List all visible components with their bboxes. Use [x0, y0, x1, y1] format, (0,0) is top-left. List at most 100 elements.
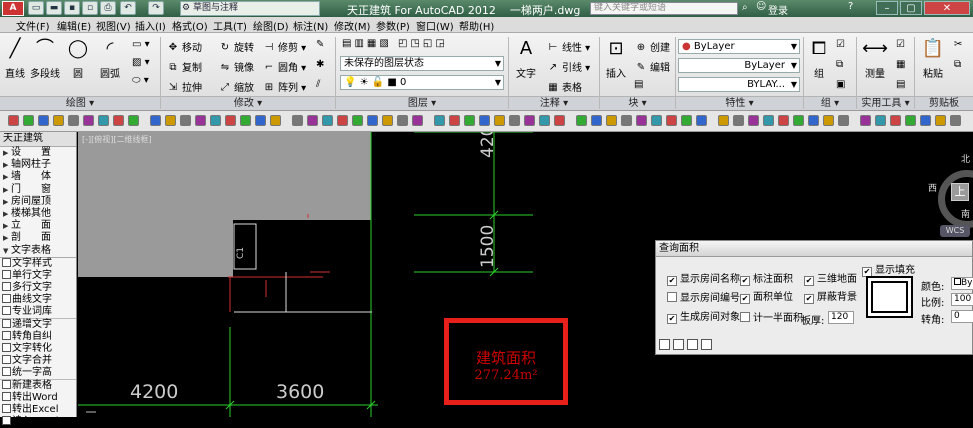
- toolbar-tool-icon[interactable]: [113, 115, 124, 126]
- layer-tools-icon[interactable]: ▤▥▦▧ ◰◳◱◲: [342, 38, 448, 49]
- stretch-button[interactable]: ⇲ 拉伸: [166, 79, 202, 94]
- text-button[interactable]: A 文字: [512, 37, 540, 80]
- toolbar-tool-icon[interactable]: [875, 115, 886, 126]
- menu-tools[interactable]: 工具(T): [213, 18, 247, 33]
- toolbar-tool-icon[interactable]: [681, 115, 692, 126]
- array-button[interactable]: ⊞ 阵列 ▾: [262, 79, 306, 94]
- lineweight-dropdown[interactable]: BYLAY... ▼: [678, 77, 800, 92]
- toolbar-tool-icon[interactable]: [337, 115, 348, 126]
- arc-button[interactable]: ◜ 圆弧: [96, 37, 124, 80]
- toolbar-tool-icon[interactable]: [150, 115, 161, 126]
- line-button[interactable]: ╱ 直线: [2, 37, 28, 80]
- sidebar-command[interactable]: 读入Excel: [0, 416, 76, 428]
- toolbar-tool-icon[interactable]: [225, 115, 236, 126]
- draw-panel-footer[interactable]: 绘图 ▾: [0, 96, 160, 110]
- toolbar-tool-icon[interactable]: [180, 115, 191, 126]
- help-icon[interactable]: ?: [848, 1, 853, 12]
- group-button[interactable]: ⧠ 组: [806, 37, 832, 80]
- sidebar-command[interactable]: 专业词库: [0, 306, 76, 319]
- toolbar-tool-icon[interactable]: [307, 115, 318, 126]
- sidebar-command[interactable]: 转出Word: [0, 391, 76, 404]
- toolbar-tool-icon[interactable]: [255, 115, 266, 126]
- sidebar-category[interactable]: ▼ 文字表格: [0, 245, 76, 257]
- search-input[interactable]: 键入关键字或短语: [590, 2, 738, 15]
- menu-edit[interactable]: 编辑(E): [57, 18, 91, 33]
- toolbar-tool-icon[interactable]: [397, 115, 408, 126]
- gen-room-object-checkbox[interactable]: ✔ 生成房间对象: [667, 312, 740, 324]
- properties-panel-footer[interactable]: 特性 ▾: [676, 96, 803, 110]
- toolbar-tool-icon[interactable]: [367, 115, 378, 126]
- viewport-label[interactable]: [-][俯视][二维线框]: [82, 134, 152, 145]
- toolbar-tool-icon[interactable]: [8, 115, 19, 126]
- sidebar-command[interactable]: 统一字高: [0, 367, 76, 380]
- toolbar-tool-icon[interactable]: [240, 115, 251, 126]
- linetype-dropdown[interactable]: ByLayer ▼: [678, 58, 800, 73]
- cut-icon[interactable]: ✂: [954, 39, 962, 50]
- toolbar-tool-icon[interactable]: [494, 115, 505, 126]
- toolbar-tool-icon[interactable]: [210, 115, 221, 126]
- toolbar-tool-icon[interactable]: [860, 115, 871, 126]
- measure-button[interactable]: ⟷ 测量: [860, 37, 890, 80]
- ellipse-icon[interactable]: ⬭ ▾: [132, 75, 149, 86]
- toolbar-tool-icon[interactable]: [808, 115, 819, 126]
- menu-help[interactable]: 帮助(H): [459, 18, 494, 33]
- create-block-button[interactable]: ⊕ 创建: [634, 39, 670, 54]
- save-icon[interactable]: ▪: [64, 1, 80, 15]
- save-as-icon[interactable]: ▫: [82, 1, 98, 15]
- menu-parametric[interactable]: 参数(P): [376, 18, 410, 33]
- toolbar-tool-icon[interactable]: [763, 115, 774, 126]
- toolbar-tool-icon[interactable]: [838, 115, 849, 126]
- toolbar-tool-icon[interactable]: [524, 115, 535, 126]
- menu-file[interactable]: 文件(F): [16, 18, 50, 33]
- trim-button[interactable]: ⊣ 修剪 ▾: [262, 39, 307, 54]
- toolbar-tool-icon[interactable]: [576, 115, 587, 126]
- group-panel-footer[interactable]: 组 ▾: [804, 96, 856, 110]
- toolbar-tool-icon[interactable]: [449, 115, 460, 126]
- maximize-button[interactable]: ▢: [900, 1, 922, 15]
- toolbar-tool-icon[interactable]: [591, 115, 602, 126]
- menu-dimension[interactable]: 标注(N): [293, 18, 328, 33]
- toolbar-tool-icon[interactable]: [128, 115, 139, 126]
- toolbar-tool-icon[interactable]: [733, 115, 744, 126]
- menu-window[interactable]: 窗口(W): [416, 18, 454, 33]
- menu-format[interactable]: 格式(O): [172, 18, 208, 33]
- copy-button[interactable]: ⧉ 复制: [166, 59, 202, 74]
- toolbar-tool-icon[interactable]: [606, 115, 617, 126]
- app-logo-icon[interactable]: A: [2, 1, 24, 16]
- mark-area-checkbox[interactable]: ✔ 标注面积: [740, 274, 793, 286]
- viewcube-west[interactable]: 西: [928, 181, 937, 194]
- sidebar-command[interactable]: 转出Excel: [0, 403, 76, 416]
- block-panel-footer[interactable]: 块 ▾: [600, 96, 675, 110]
- sidebar-command[interactable]: 文字样式: [0, 257, 76, 270]
- sidebar-command[interactable]: 递增文字: [0, 318, 76, 331]
- utilities-panel-footer[interactable]: 实用工具 ▾: [857, 96, 914, 110]
- toolbar-tool-icon[interactable]: [718, 115, 729, 126]
- toolbar-tool-icon[interactable]: [270, 115, 281, 126]
- current-layer-dropdown[interactable]: 💡 ☀ 🔓 ■ 0 ▼: [340, 75, 504, 90]
- calculator-icon[interactable]: ▦: [896, 59, 905, 70]
- copy-clip-icon[interactable]: ⧉: [954, 59, 961, 70]
- toolbar-tool-icon[interactable]: [195, 115, 206, 126]
- area-annotation-box[interactable]: 建筑面积 277.24m²: [444, 318, 568, 405]
- move-button[interactable]: ✥ 移动: [166, 39, 202, 54]
- sidebar-category[interactable]: ▶ 墙 体: [0, 171, 76, 183]
- minimize-button[interactable]: –: [876, 1, 898, 15]
- circle-button[interactable]: ◯ 圆: [64, 37, 92, 80]
- sidebar-command[interactable]: 新建表格: [0, 379, 76, 392]
- toolbar-tool-icon[interactable]: [793, 115, 804, 126]
- layers-panel-footer[interactable]: 图层 ▾: [336, 96, 508, 110]
- toolbar-tool-icon[interactable]: [509, 115, 520, 126]
- sidebar-command[interactable]: 转角自纠: [0, 330, 76, 343]
- clipboard-panel-footer[interactable]: 剪贴板: [915, 96, 973, 110]
- group-edit-icon[interactable]: ⧉: [836, 59, 843, 70]
- linear-dim-button[interactable]: ⊢ 线性 ▾: [546, 39, 591, 54]
- sidebar-command[interactable]: 单行文字: [0, 269, 76, 282]
- color-picker[interactable]: By: [951, 277, 973, 290]
- toolbar-tool-icon[interactable]: [479, 115, 490, 126]
- scale-input[interactable]: 100: [951, 293, 973, 306]
- show-room-number-checkbox[interactable]: 显示房间编号: [667, 292, 740, 305]
- scale-button[interactable]: ⤢ 缩放: [218, 79, 254, 94]
- select-block-icon[interactable]: [673, 339, 684, 350]
- sidebar-command[interactable]: 曲线文字: [0, 294, 76, 306]
- viewcube-south[interactable]: 南: [961, 207, 970, 220]
